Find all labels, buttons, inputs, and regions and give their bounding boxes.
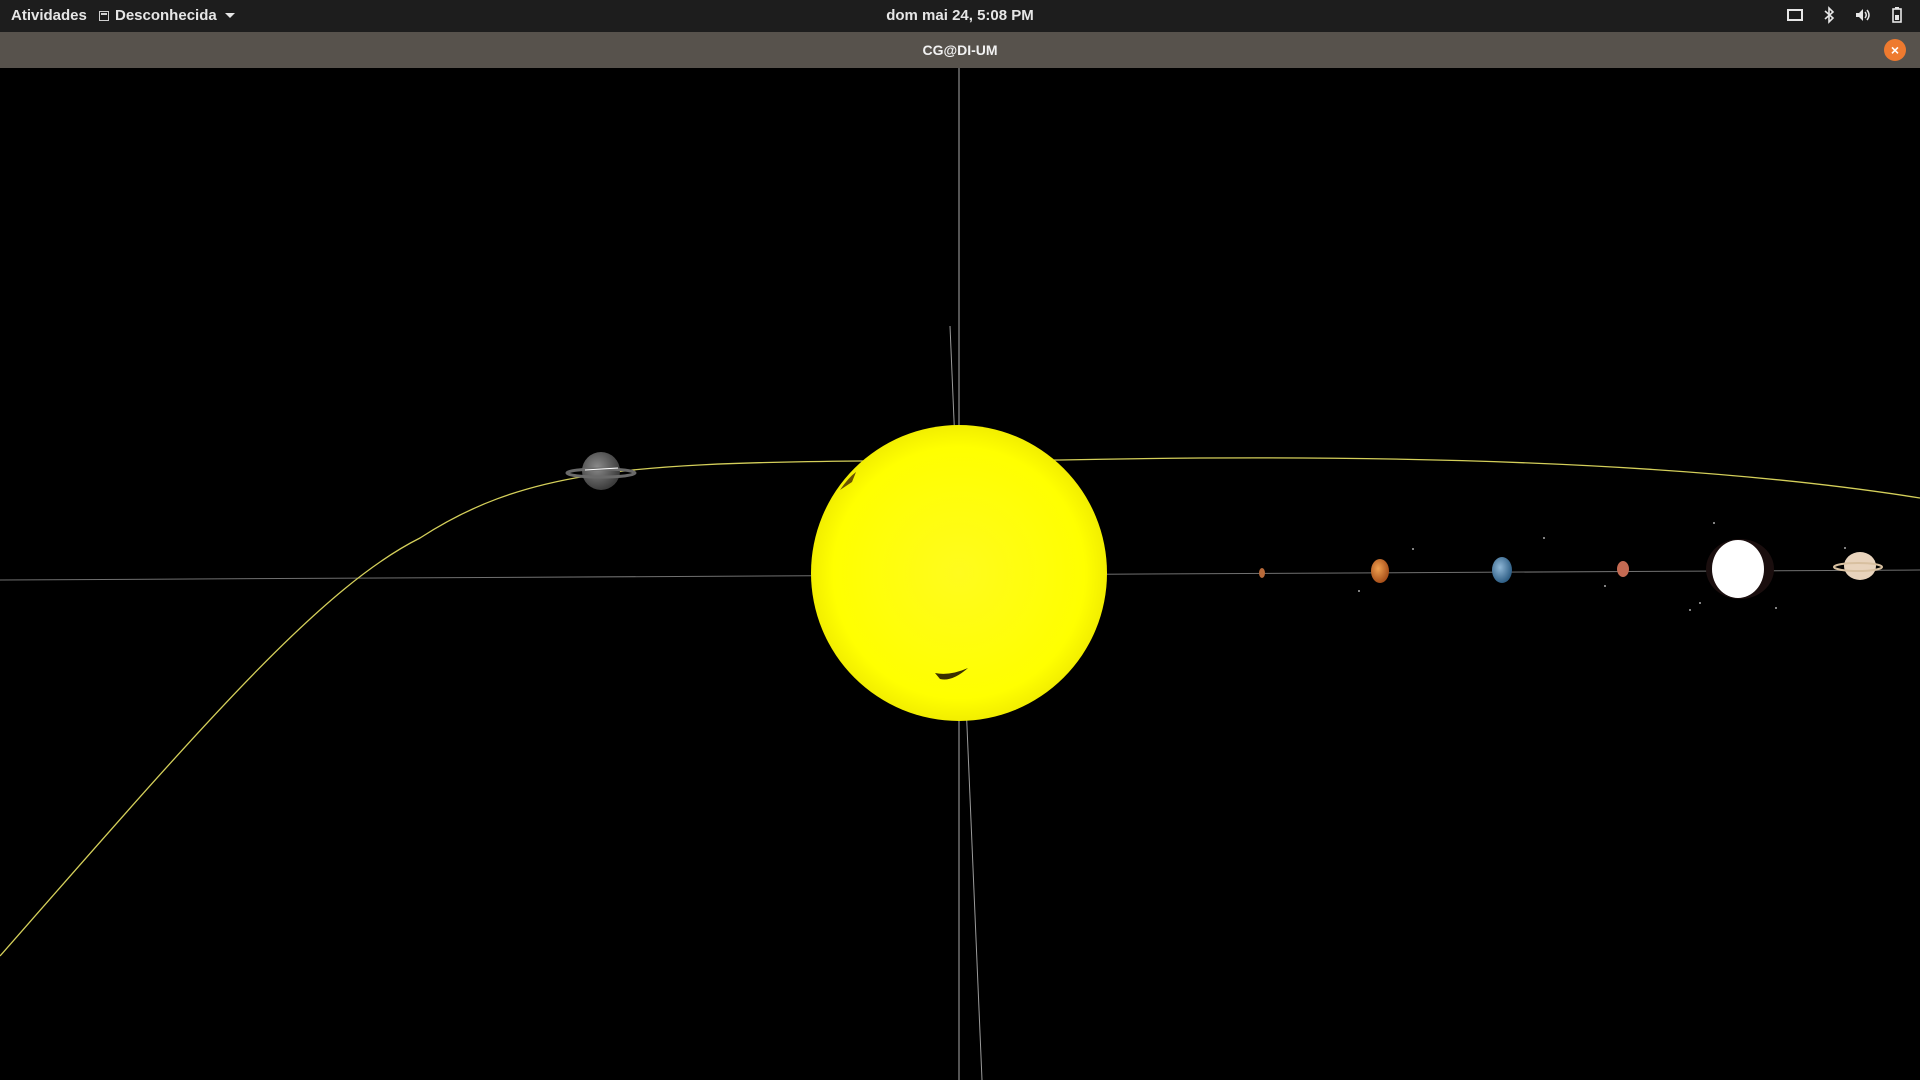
close-button[interactable]: × xyxy=(1884,39,1906,61)
moon-dot xyxy=(1775,607,1777,609)
solar-system-scene xyxy=(0,68,1920,1080)
mercury xyxy=(1259,568,1265,578)
clock[interactable]: dom mai 24, 5:08 PM xyxy=(0,7,1920,24)
moon-dot xyxy=(1412,548,1414,550)
moon-dot xyxy=(1604,585,1606,587)
window-title: CG@DI-UM xyxy=(922,42,998,58)
screen-icon[interactable] xyxy=(1786,6,1804,24)
moon-dot xyxy=(1713,522,1715,524)
volume-icon[interactable] xyxy=(1854,6,1872,24)
moon-dot xyxy=(1543,537,1545,539)
moon-dot xyxy=(1358,590,1360,592)
venus xyxy=(1371,559,1389,583)
ringed-body xyxy=(565,452,637,490)
mars xyxy=(1617,561,1629,577)
saturn xyxy=(1833,552,1883,580)
jupiter xyxy=(1706,539,1774,599)
system-top-bar: Atividades Desconhecida dom mai 24, 5:08… xyxy=(0,0,1920,32)
moon-dot xyxy=(1844,547,1846,549)
moon-dot xyxy=(1689,609,1691,611)
sun xyxy=(811,425,1107,721)
battery-icon[interactable] xyxy=(1888,6,1906,24)
moon-dot xyxy=(1699,602,1701,604)
bluetooth-icon[interactable] xyxy=(1820,6,1838,24)
system-tray[interactable] xyxy=(1786,6,1906,24)
opengl-viewport[interactable] xyxy=(0,68,1920,1080)
earth xyxy=(1492,557,1512,583)
window-title-bar[interactable]: CG@DI-UM × xyxy=(0,32,1920,68)
